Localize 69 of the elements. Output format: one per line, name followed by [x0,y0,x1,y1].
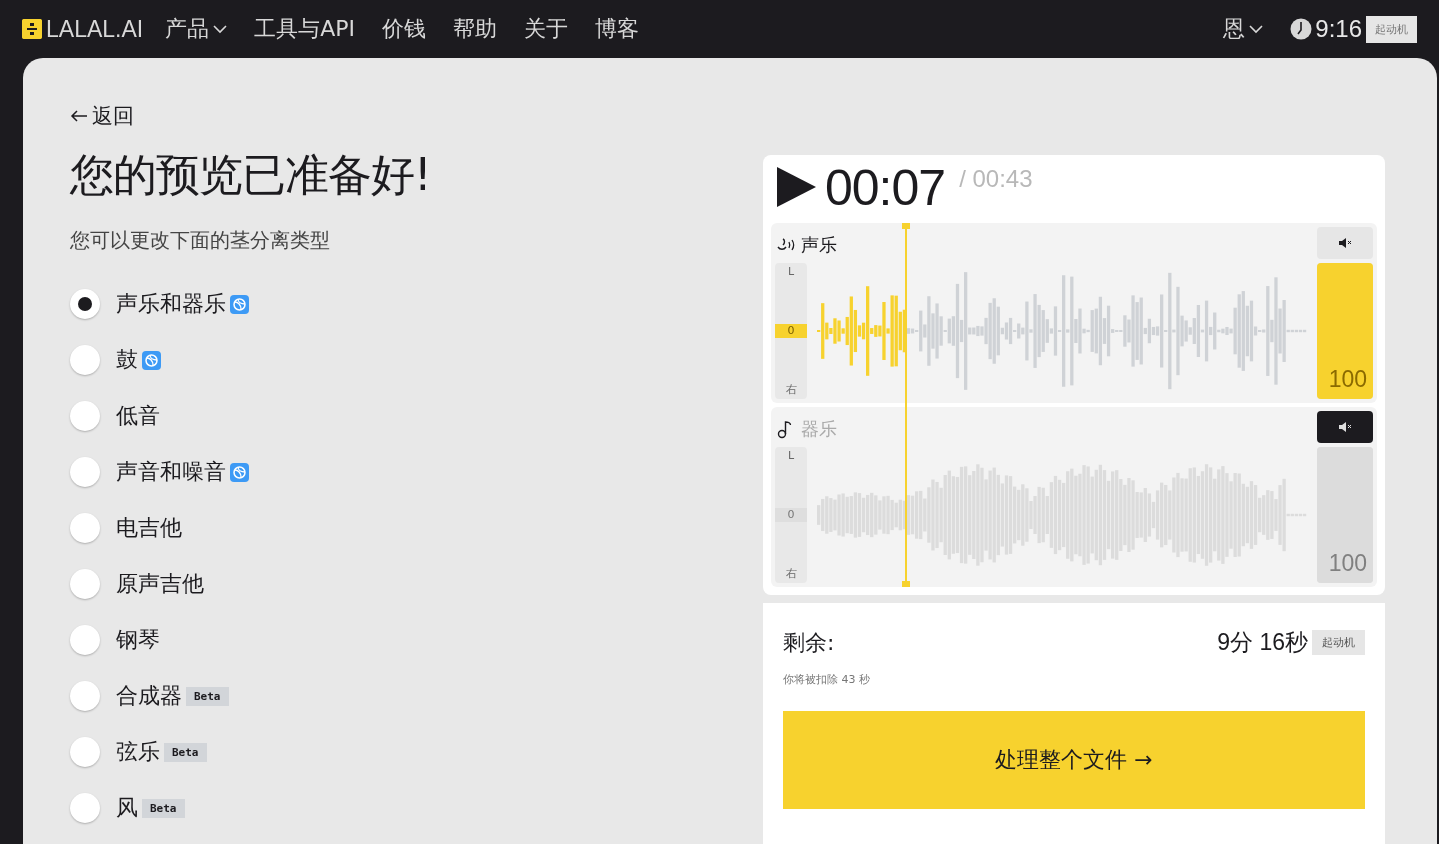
stem-option-label[interactable]: 合成器 [116,681,182,711]
stem-option-label[interactable]: 声乐和器乐 [116,289,226,319]
stem-option-label[interactable]: 弦乐 [116,737,160,767]
pan-thumb[interactable]: 0 [775,508,807,522]
radio-button[interactable] [70,401,100,431]
radio-button[interactable] [70,681,100,711]
minutes-remaining: 9:16 [1315,15,1362,43]
radio-button[interactable] [70,793,100,823]
pan-slider[interactable]: L 0 右 [775,447,807,583]
stem-option-label[interactable]: 钢琴 [116,625,160,655]
caret-icon [213,24,228,34]
beta-badge: Beta [142,798,185,818]
clock-icon [1290,18,1313,40]
deduction-note: 你将被扣除 43 秒 [783,672,871,687]
stem-option-label[interactable]: 声音和噪音 [116,457,226,487]
radio-button[interactable] [70,345,100,375]
logo-text[interactable]: LALAL.AI [46,15,144,43]
speaker-muted-icon [1338,237,1352,249]
total-duration: / 00:43 [959,165,1033,193]
pan-left-label: L [786,449,796,462]
pan-right-label: 右 [784,566,798,581]
speaker-muted-icon [1338,421,1352,433]
globe-icon [230,294,249,314]
process-button[interactable]: 处理整个文件 → [783,711,1365,809]
pan-right-label: 右 [784,382,798,397]
mute-button[interactable] [1317,227,1373,259]
volume-value: 100 [1327,366,1368,394]
beta-badge: Beta [186,686,229,706]
nav-link[interactable]: 关于 [524,14,568,44]
subtitle: 您可以更改下面的茎分离类型 [70,227,331,254]
caret-icon [1249,24,1264,34]
radio-button[interactable] [70,625,100,655]
plan-badge: 起动机 [1312,630,1365,655]
radio-button[interactable] [70,289,100,319]
stem-option-label[interactable]: 原声吉他 [116,569,204,599]
globe-icon [142,350,161,370]
page-title: 您的预览已准备好! [70,148,432,202]
pan-thumb[interactable]: 0 [775,324,807,338]
nav-link[interactable]: 博客 [595,14,639,44]
volume-value: 100 [1327,550,1368,578]
radio-button[interactable] [70,569,100,599]
stem-option-label[interactable]: 风 [116,793,138,823]
globe-icon [230,462,249,482]
nav-link[interactable]: 工具与API [254,14,355,44]
play-icon[interactable] [775,166,817,208]
radio-button[interactable] [70,457,100,487]
radio-button[interactable] [70,737,100,767]
stem-option-label[interactable]: 低音 [116,401,160,431]
pan-left-label: L [786,265,796,278]
mute-button[interactable] [1317,411,1373,443]
remaining-label: 剩余: [783,628,836,657]
radio-button[interactable] [70,513,100,543]
beta-badge: Beta [164,742,207,762]
stem-option-label[interactable]: 鼓 [116,345,138,375]
nav-link[interactable]: 产品 [165,14,228,44]
nav-link[interactable]: 价钱 [382,14,426,44]
back-link[interactable]: 返回 [70,102,134,130]
track-name: 声乐 [801,233,837,257]
stem-option-label[interactable]: 电吉他 [116,513,182,543]
playhead[interactable] [905,223,908,587]
track-name: 器乐 [801,417,837,441]
nav-link[interactable]: 帮助 [453,14,497,44]
current-time: 00:07 [825,159,946,217]
arrow-left-icon [70,110,88,122]
logo-icon[interactable] [22,19,42,39]
user-menu[interactable]: 恩 [1223,14,1264,44]
pan-slider[interactable]: L 0 右 [775,263,807,399]
remaining-value: 9分 16秒 [1217,628,1308,657]
plan-badge: 起动机 [1366,15,1417,43]
